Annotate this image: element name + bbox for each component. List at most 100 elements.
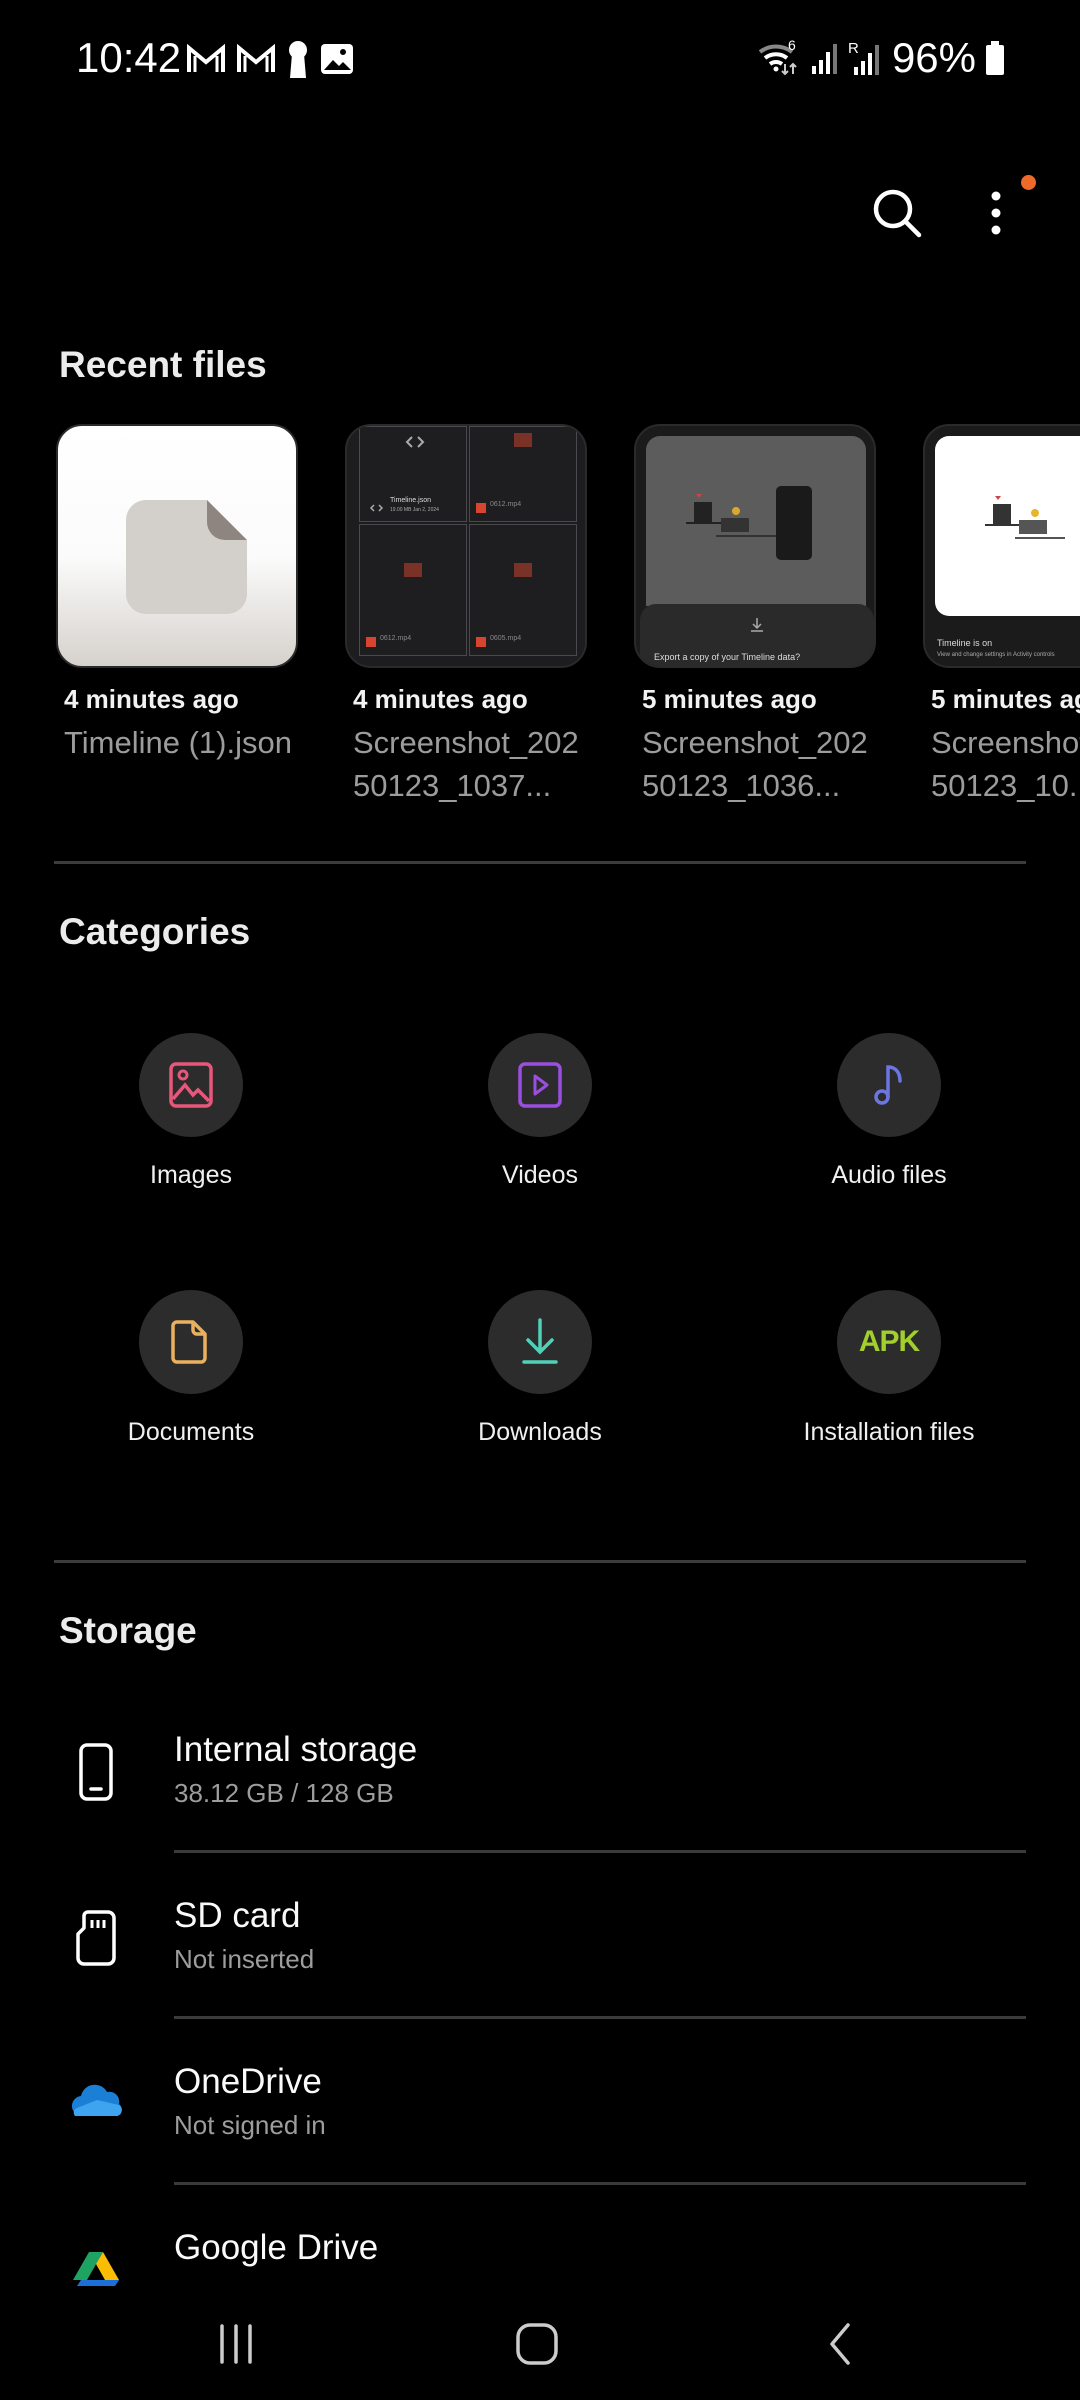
category-icon-circle — [488, 1033, 592, 1137]
google-drive-icon — [73, 2252, 119, 2286]
recent-file-item[interactable]: Export a copy of your Timeline data? 5 m… — [634, 424, 878, 807]
generic-file-icon — [126, 500, 247, 614]
onedrive-icon — [71, 2084, 122, 2117]
home-icon — [516, 2323, 558, 2365]
notification-icons — [186, 40, 354, 78]
storage-onedrive[interactable]: OneDrive Not signed in — [0, 2032, 1080, 2192]
recent-file-time: 5 minutes ago — [931, 684, 1080, 714]
category-videos[interactable]: Videos — [390, 1033, 690, 1190]
thumb-video-name: 0612.mp4 — [380, 635, 412, 642]
video-icon — [518, 1062, 562, 1108]
recent-files-list[interactable]: 4 minutes ago Timeline (1).json Timeline… — [0, 424, 1080, 824]
notification-badge — [1021, 175, 1036, 190]
document-icon — [171, 1320, 207, 1364]
thumb-video-cell: 0612.mp4 — [469, 426, 577, 522]
recent-files-title: Recent files — [59, 344, 267, 385]
recent-file-time: 4 minutes ago — [353, 684, 528, 714]
thumb-json-cell: Timeline.json 19.00 MB Jan 2, 2024 — [359, 426, 467, 522]
storage-subtitle: Not signed in — [174, 2110, 326, 2140]
gallery-icon — [321, 44, 353, 74]
storage-icon — [64, 1906, 128, 1970]
recents-button[interactable] — [196, 2314, 276, 2374]
search-button[interactable] — [870, 186, 926, 242]
apk-icon: APK — [858, 1325, 920, 1358]
thumb-video-cell: 0612.mp4 — [359, 524, 467, 656]
phone-icon — [79, 1743, 113, 1801]
gmail-icon — [237, 44, 275, 72]
file-thumbnail — [56, 424, 298, 668]
gmail-icon — [187, 44, 225, 72]
storage-icon — [64, 2070, 128, 2134]
category-audio[interactable]: Audio files — [739, 1033, 1039, 1190]
category-icon-circle — [139, 1290, 243, 1394]
category-label: Audio files — [831, 1161, 947, 1189]
status-time: 10:42 — [76, 34, 182, 81]
back-icon — [830, 2323, 850, 2365]
category-icon-circle — [837, 1033, 941, 1137]
home-button[interactable] — [497, 2314, 577, 2374]
wifi6-icon: 6 — [758, 38, 797, 76]
file-thumbnail: Timeline.json 19.00 MB Jan 2, 2024 0612.… — [345, 424, 587, 668]
recent-file-name: Screenshot_20250123_1037... — [353, 725, 579, 803]
section-divider — [54, 1560, 1026, 1563]
back-button[interactable] — [800, 2314, 880, 2374]
thumb-video-name: 0605.mp4 — [490, 635, 522, 642]
recent-file-item[interactable]: Timeline.json 19.00 MB Jan 2, 2024 0612.… — [345, 424, 589, 807]
category-icon-circle — [488, 1290, 592, 1394]
recent-file-name: Screenshot_20250123_10... — [931, 725, 1080, 803]
storage-subtitle: 38.12 GB / 128 GB — [174, 1778, 394, 1808]
category-downloads[interactable]: Downloads — [390, 1290, 690, 1447]
music-note-icon — [874, 1065, 902, 1105]
category-label: Videos — [502, 1161, 578, 1189]
thumb-dialog: Export a copy of your Timeline data? — [640, 604, 874, 666]
battery-icon — [986, 41, 1004, 75]
recent-file-name: Timeline (1).json — [64, 725, 292, 760]
recents-icon — [220, 2324, 252, 2364]
category-images[interactable]: Images — [41, 1033, 341, 1190]
category-label: Images — [150, 1161, 232, 1189]
storage-internal[interactable]: Internal storage 38.12 GB / 128 GB — [0, 1700, 1080, 1860]
thumb-video-name: 0612.mp4 — [490, 501, 522, 508]
download-icon — [751, 618, 763, 632]
category-label: Downloads — [478, 1418, 602, 1446]
recent-file-name: Screenshot_20250123_1036... — [642, 725, 868, 803]
more-vert-icon — [991, 191, 1001, 235]
storage-title-text: Google Drive — [174, 2228, 379, 2267]
file-thumbnail: Export a copy of your Timeline data? — [634, 424, 876, 668]
download-icon — [522, 1318, 558, 1364]
recent-file-item[interactable]: 4 minutes ago Timeline (1).json — [56, 424, 300, 764]
navigation-bar — [0, 2290, 1080, 2400]
status-bar: 10:42 6 R 96% — [0, 0, 1080, 120]
storage-icon — [64, 1740, 128, 1804]
storage-title-text: SD card — [174, 1896, 301, 1935]
thumb-title: Timeline is on — [937, 638, 993, 648]
thumb-subtitle: View and change settings in Activity con… — [937, 652, 1055, 658]
svg-text:R: R — [848, 40, 859, 57]
thumb-json-meta: 19.00 MB Jan 2, 2024 — [390, 507, 439, 513]
section-divider — [54, 861, 1026, 864]
category-label: Documents — [127, 1418, 255, 1446]
storage-divider — [174, 2016, 1026, 2019]
storage-title-text: Internal storage — [174, 1730, 418, 1769]
sd-card-icon — [76, 1910, 116, 1966]
battery-percent: 96% — [891, 34, 976, 81]
category-documents[interactable]: Documents — [41, 1290, 341, 1447]
signal-icon — [811, 44, 837, 74]
video-clip-icon — [476, 563, 532, 647]
categories-title: Categories — [59, 911, 251, 952]
file-thumbnail: Timeline is on View and change settings … — [923, 424, 1080, 668]
thumb-video-cell: 0605.mp4 — [469, 524, 577, 656]
more-options-button[interactable] — [978, 186, 1014, 242]
timeline-illustration-icon — [985, 496, 1065, 539]
storage-subtitle: Not inserted — [174, 1944, 315, 1974]
storage-title-text: OneDrive — [174, 2062, 322, 2101]
video-clip-icon — [366, 563, 422, 647]
storage-sd-card[interactable]: SD card Not inserted — [0, 1866, 1080, 2026]
image-icon — [169, 1062, 213, 1108]
thumb-caption: Export a copy of your Timeline data? — [654, 652, 801, 662]
recent-file-item[interactable]: Timeline is on View and change settings … — [923, 424, 1080, 807]
search-icon — [873, 189, 922, 238]
category-installation-files[interactable]: APK Installation files — [739, 1290, 1039, 1447]
storage-divider — [174, 2182, 1026, 2185]
svg-text:6: 6 — [788, 38, 796, 53]
